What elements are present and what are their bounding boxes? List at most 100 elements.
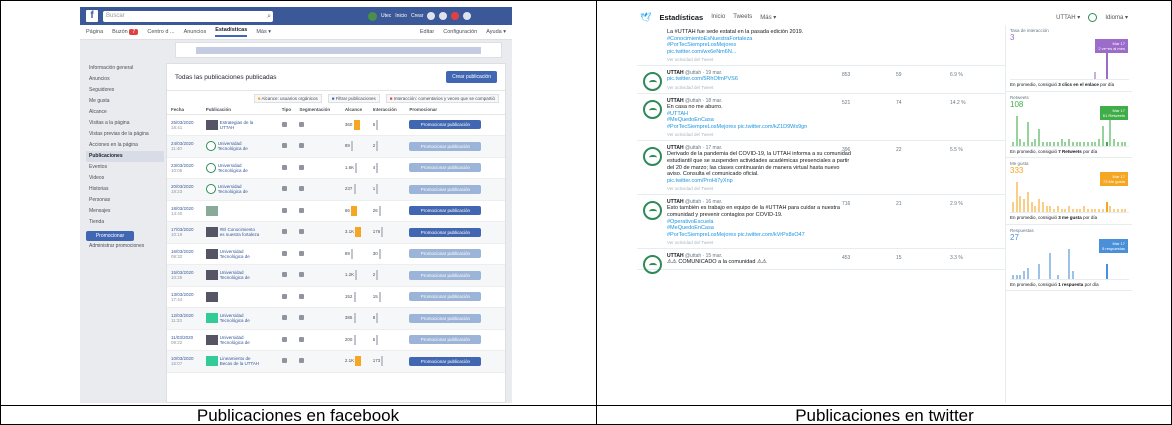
sidebar-item-events[interactable]: Eventos bbox=[86, 162, 164, 173]
promote-post-button[interactable]: Promocionar publicación bbox=[409, 292, 482, 302]
tweet-link[interactable]: #MeQuedoEnCasa bbox=[667, 225, 1005, 232]
promote-button[interactable]: Promocionar bbox=[86, 231, 134, 241]
post-title-link[interactable]: Lineamiento de Becas de la UTTAH bbox=[220, 356, 260, 366]
post-title-link[interactable]: Universidad Tecnológica de bbox=[218, 163, 258, 173]
sidebar-item-page-views[interactable]: Visitas a la página bbox=[86, 118, 164, 129]
uttah-logo-icon[interactable] bbox=[643, 147, 662, 167]
post-thumbnail[interactable] bbox=[205, 184, 216, 195]
sidebar-item-ads[interactable]: Anuncios bbox=[86, 74, 164, 85]
post-thumbnail[interactable] bbox=[205, 162, 216, 173]
filter-posts[interactable]: Filtrar publicaciones bbox=[327, 93, 380, 103]
table-row[interactable]: 13/03/2020 17:44 152 15 Promocionar public… bbox=[167, 286, 505, 308]
avatar[interactable] bbox=[1088, 12, 1098, 22]
post-thumbnail[interactable] bbox=[205, 248, 218, 259]
sidebar-item-posts[interactable]: Publicaciones bbox=[86, 151, 164, 162]
promote-post-button[interactable]: Promocionar publicación bbox=[409, 120, 482, 130]
col-date[interactable]: Fecha bbox=[167, 105, 202, 115]
sidebar-item-shop[interactable]: Tienda bbox=[86, 217, 164, 228]
table-row[interactable]: 10/03/2020 15:07 Lineamiento de Becas de l… bbox=[167, 350, 505, 373]
tweet-link[interactable]: #UTTAH bbox=[667, 111, 1005, 118]
post-title-link[interactable]: #El Conocimiento es nuestra fortaleza bbox=[220, 227, 260, 237]
tweet-link[interactable]: pic.twitter.com/ProHi7yXnp bbox=[667, 178, 1005, 185]
uttah-logo-icon[interactable] bbox=[643, 72, 662, 92]
tweet-link[interactable]: #PorTecSiempreLosMejores pic.twitter.com… bbox=[667, 232, 1005, 239]
post-thumbnail[interactable] bbox=[205, 313, 218, 324]
tweet-activity-link[interactable]: Ver actividad del Tweet bbox=[667, 132, 1005, 137]
sidebar-item-stories[interactable]: Historias bbox=[86, 184, 164, 195]
post-title-link[interactable]: Universidad Tecnológica de bbox=[220, 335, 260, 345]
sidebar-item-overview[interactable]: Información general bbox=[86, 63, 164, 74]
create-link[interactable]: Crear bbox=[411, 13, 424, 19]
nav-more[interactable]: Más ▾ bbox=[256, 29, 271, 35]
post-thumbnail[interactable] bbox=[205, 119, 218, 130]
tab-home[interactable]: Inicio bbox=[711, 14, 725, 20]
col-reach[interactable]: Alcance bbox=[340, 105, 369, 115]
messenger-icon[interactable] bbox=[439, 12, 448, 20]
tweet-item[interactable]: UTTAH @uttah · 16 mar. Esto también es tr… bbox=[637, 195, 1005, 250]
analytics-brand[interactable]: Estadísticas bbox=[659, 13, 703, 22]
uttah-logo-icon[interactable] bbox=[643, 255, 662, 275]
sidebar-item-previews[interactable]: Vistas previas de la página bbox=[86, 129, 164, 140]
promote-post-button[interactable]: Promocionar publicación bbox=[409, 206, 482, 216]
promote-post-button[interactable]: Promocionar publicación bbox=[409, 227, 482, 237]
uttah-logo-icon[interactable] bbox=[643, 99, 662, 119]
post-thumbnail[interactable] bbox=[205, 334, 218, 345]
account-menu[interactable]: UTTAH ▾ bbox=[1056, 14, 1080, 21]
filter-reach[interactable]: Alcance: usuarios orgánicos bbox=[253, 93, 322, 103]
table-row[interactable]: 20/03/2020 18:23 Universidad Tecnológica d… bbox=[167, 178, 505, 201]
post-thumbnail[interactable] bbox=[205, 356, 218, 367]
table-row[interactable]: 18/03/2020 13:40 66 26 Promocionar publica… bbox=[167, 200, 505, 222]
sidebar-item-videos[interactable]: Videos bbox=[86, 173, 164, 184]
nav-insights[interactable]: Estadísticas bbox=[215, 27, 248, 37]
help-icon[interactable] bbox=[463, 12, 472, 20]
tweet-item[interactable]: UTTAH @uttah · 17 mar. Derivado de la pan… bbox=[637, 141, 1005, 196]
promote-post-button[interactable]: Promocionar publicación bbox=[409, 313, 482, 323]
sidebar-item-likes[interactable]: Me gusta bbox=[86, 96, 164, 107]
tab-more[interactable]: Más ▾ bbox=[760, 14, 776, 21]
sidebar-item-messages[interactable]: Mensajes bbox=[86, 206, 164, 217]
tweet-item[interactable]: UTTAH @uttah · 18 mar. En casa no me abur… bbox=[637, 94, 1005, 142]
col-type[interactable]: Tipo bbox=[277, 105, 296, 115]
post-thumbnail[interactable] bbox=[205, 205, 218, 216]
nav-center[interactable]: Centro d ... bbox=[147, 29, 174, 35]
sidebar-item-people[interactable]: Personas bbox=[86, 195, 164, 206]
col-targeting[interactable]: Segmentación bbox=[295, 105, 341, 115]
sidebar-item-actions[interactable]: Acciones en la página bbox=[86, 140, 164, 151]
promote-post-button[interactable]: Promocionar publicación bbox=[409, 270, 482, 280]
nav-ads[interactable]: Anuncios bbox=[184, 29, 207, 35]
tweet-link[interactable]: #ConocimientoEsNuestraFortaleza bbox=[667, 36, 1005, 43]
friends-icon[interactable] bbox=[427, 12, 436, 20]
tweet-item[interactable]: UTTAH @uttah · 19 mar. pic.twitter.com/5R… bbox=[637, 66, 1005, 94]
tweet-link[interactable]: #OperativoEscuela bbox=[667, 219, 1005, 226]
post-title-link[interactable]: Universidad Tecnológica de bbox=[218, 141, 258, 151]
post-thumbnail[interactable] bbox=[205, 291, 218, 302]
nav-page[interactable]: Página bbox=[86, 29, 103, 35]
tweet-activity-link[interactable]: Ver actividad del Tweet bbox=[667, 186, 1005, 191]
post-thumbnail[interactable] bbox=[205, 270, 218, 281]
tweet-link[interactable]: #MeQuedoEnCasa bbox=[667, 117, 1005, 124]
table-row[interactable]: 16/03/2020 09:32 Universidad Tecnológica d… bbox=[167, 243, 505, 265]
tweet-link[interactable]: #PorTecSiempreLosMejores pic.twitter.com… bbox=[667, 124, 1005, 131]
facebook-logo-icon[interactable]: f bbox=[86, 10, 98, 22]
filter-engagement[interactable]: Interacción: comentarios y veces que se … bbox=[385, 93, 499, 103]
nav-settings[interactable]: Configuración bbox=[443, 29, 477, 35]
notifications-icon[interactable] bbox=[451, 12, 460, 20]
post-title-link[interactable]: Universidad Tecnológica de bbox=[218, 184, 258, 194]
language-menu[interactable]: Idioma ▾ bbox=[1105, 14, 1128, 21]
table-row[interactable]: 12/03/2020 11:33 Universidad Tecnológica d… bbox=[167, 307, 505, 330]
post-thumbnail[interactable] bbox=[205, 227, 218, 238]
avatar[interactable] bbox=[368, 11, 377, 21]
tweet-activity-link[interactable]: Ver actividad del Tweet bbox=[667, 57, 1005, 62]
col-post[interactable]: Publicación bbox=[201, 105, 278, 115]
tweet-activity-link[interactable]: Ver actividad del Tweet bbox=[667, 85, 1005, 90]
tweet-activity-link[interactable]: Ver actividad del Tweet bbox=[667, 240, 1005, 245]
create-post-button[interactable]: Crear publicación bbox=[446, 71, 497, 83]
post-title-link[interactable]: Estrategias de la UTTAH bbox=[220, 120, 260, 130]
table-row[interactable]: 11/03/2020 09:22 Universidad Tecnológica d… bbox=[167, 329, 505, 351]
uttah-logo-icon[interactable] bbox=[643, 201, 662, 221]
promote-post-button[interactable]: Promocionar publicación bbox=[409, 163, 482, 173]
nav-help[interactable]: Ayuda ▾ bbox=[486, 29, 506, 35]
col-engagement[interactable]: Interacción bbox=[368, 105, 406, 115]
promote-post-button[interactable]: Promocionar publicación bbox=[409, 249, 482, 259]
tweet-link[interactable]: #PorTecSiempreLosMejores bbox=[667, 42, 1005, 49]
